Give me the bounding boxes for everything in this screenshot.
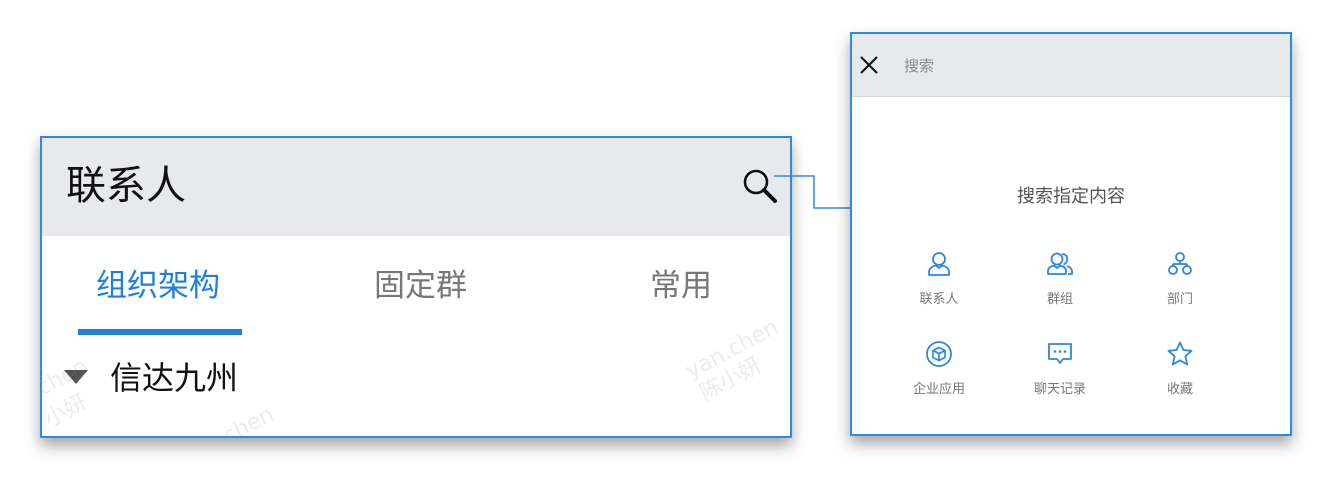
- star-icon: [1167, 341, 1193, 366]
- group-icon: [1047, 252, 1073, 275]
- connector-line: [774, 175, 852, 209]
- page-title: 联系人: [66, 163, 186, 209]
- tab-fixed-groups[interactable]: 固定群: [374, 266, 467, 306]
- contacts-header: 联系人: [42, 138, 790, 236]
- tab-bar: 组织架构 固定群 常用: [42, 236, 790, 340]
- category-label: 聊天记录: [1033, 382, 1086, 397]
- person-icon: [928, 252, 950, 276]
- department-icon: [1168, 252, 1192, 275]
- search-input[interactable]: [902, 50, 1266, 82]
- category-label: 部门: [1166, 292, 1193, 307]
- category-label: 收藏: [1166, 382, 1193, 397]
- category-enterprise-apps[interactable]: 企业应用: [879, 340, 999, 410]
- active-tab-indicator: [78, 329, 242, 335]
- category-department[interactable]: 部门: [1120, 250, 1240, 320]
- caret-down-icon[interactable]: [64, 370, 88, 384]
- category-label: 联系人: [919, 292, 959, 307]
- chat-icon: [1048, 343, 1072, 364]
- stage: 联系人 组织架构 固定群 常用 信达九州 yan.chen 陈小妍 chen 小…: [0, 0, 1332, 484]
- close-icon[interactable]: [860, 56, 878, 74]
- tab-org-structure[interactable]: 组织架构: [96, 266, 220, 306]
- category-label: 群组: [1046, 292, 1073, 307]
- cube-icon: [926, 341, 952, 367]
- category-contacts[interactable]: 联系人: [879, 250, 999, 320]
- watermark: chen: [219, 401, 279, 438]
- category-label: 企业应用: [912, 382, 965, 397]
- tab-frequent[interactable]: 常用: [650, 266, 712, 306]
- tree-node-label: 信达九州: [110, 359, 239, 397]
- category-favorites[interactable]: 收藏: [1120, 340, 1240, 410]
- search-hint: 搜索指定内容: [1017, 186, 1125, 207]
- tree-node[interactable]: 信达九州: [42, 352, 790, 408]
- search-header: [852, 34, 1290, 97]
- search-panel: 搜索指定内容 联系人 群组: [850, 32, 1292, 436]
- contacts-panel: 联系人 组织架构 固定群 常用 信达九州 yan.chen 陈小妍 chen 小…: [40, 136, 792, 438]
- category-groups[interactable]: 群组: [1000, 250, 1120, 320]
- category-chat-history[interactable]: 聊天记录: [1000, 340, 1120, 410]
